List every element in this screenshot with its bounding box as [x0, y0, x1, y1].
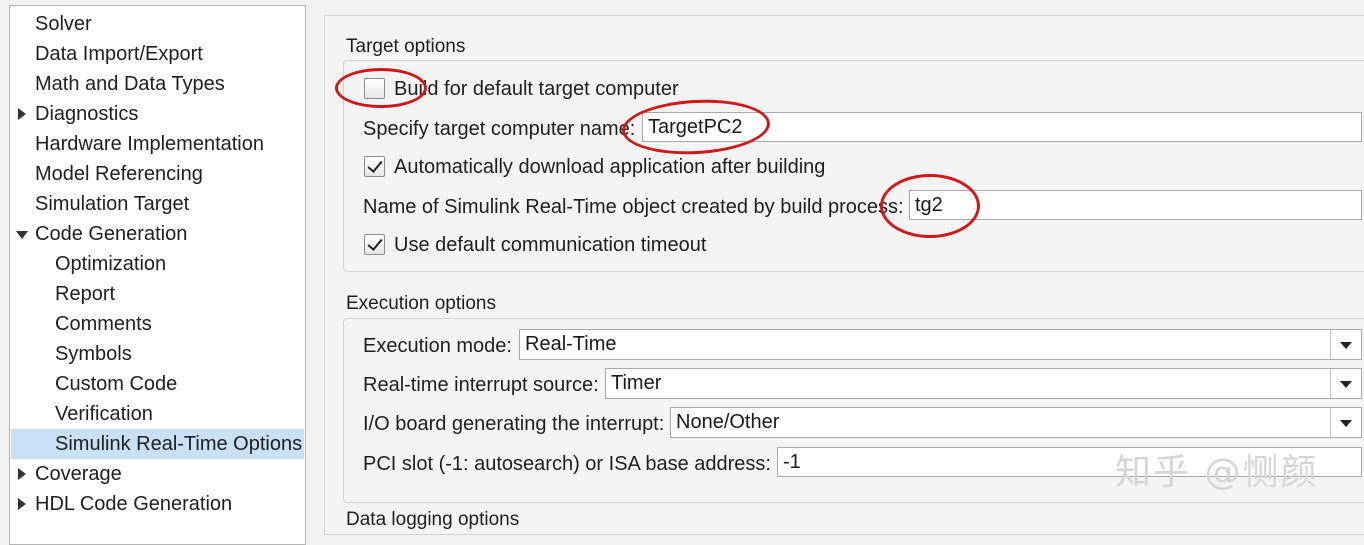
tree-item-model-referencing[interactable]: Model Referencing: [35, 159, 203, 189]
tree-item-symbols[interactable]: Symbols: [55, 339, 132, 369]
tree-item-label: Symbols: [55, 343, 132, 365]
execution-mode-select[interactable]: Real-Time: [519, 329, 1362, 360]
tree-item-optimization[interactable]: Optimization: [55, 249, 166, 279]
tree-item-hdl-code-generation[interactable]: HDL Code Generation: [35, 489, 232, 519]
tree-item-comments[interactable]: Comments: [55, 309, 152, 339]
execution-mode-label: Execution mode:: [363, 335, 512, 357]
tree-item-label: HDL Code Generation: [35, 493, 233, 515]
execution-mode-value: Real-Time: [525, 333, 617, 355]
tree-item-label: Optimization: [55, 253, 167, 275]
tree-item-label: Verification: [55, 403, 153, 425]
tree-item-hardware-implementation[interactable]: Hardware Implementation: [35, 129, 264, 159]
expand-arrow-icon[interactable]: [16, 459, 28, 489]
config-tree: Solver Data Import/Export Math and Data …: [9, 5, 306, 545]
tree-item-label: Simulink Real-Time Options: [55, 433, 303, 455]
interrupt-source-select[interactable]: Timer: [605, 368, 1362, 399]
expand-arrow-icon[interactable]: [16, 489, 28, 519]
dropdown-arrow-icon[interactable]: [1330, 369, 1361, 398]
tree-item-label: Math and Data Types: [35, 73, 225, 95]
tree-item-label: Diagnostics: [35, 103, 139, 125]
tree-item-simulink-real-time-options[interactable]: Simulink Real-Time Options: [11, 429, 304, 459]
tree-item-label: Report: [55, 283, 116, 305]
default-timeout-checkbox[interactable]: [364, 234, 385, 255]
tree-item-verification[interactable]: Verification: [55, 399, 153, 429]
execution-options-title: Execution options: [346, 293, 496, 314]
interrupt-source-value: Timer: [611, 372, 662, 394]
auto-download-checkbox[interactable]: [364, 156, 385, 177]
io-board-select[interactable]: None/Other: [670, 407, 1362, 438]
tree-item-report[interactable]: Report: [55, 279, 115, 309]
tree-item-label: Custom Code: [55, 373, 178, 395]
tree-item-simulation-target[interactable]: Simulation Target: [35, 189, 189, 219]
annotation-circle: [335, 68, 427, 108]
default-timeout-label: Use default communication timeout: [394, 234, 707, 256]
annotation-circle: [880, 174, 980, 238]
object-name-label: Name of Simulink Real-Time object create…: [363, 196, 904, 218]
auto-download-label: Automatically download application after…: [394, 156, 826, 178]
tree-item-diagnostics[interactable]: Diagnostics: [35, 99, 138, 129]
tree-item-coverage[interactable]: Coverage: [35, 459, 122, 489]
io-board-value: None/Other: [676, 411, 780, 433]
dropdown-arrow-icon[interactable]: [1330, 408, 1361, 437]
watermark: 知乎 @恻颜: [1115, 452, 1319, 493]
tree-item-label: Coverage: [35, 463, 122, 485]
tree-item-label: Data Import/Export: [35, 43, 203, 65]
tree-item-label: Model Referencing: [35, 163, 203, 185]
tree-item-label: Comments: [55, 313, 152, 335]
tree-item-label: Hardware Implementation: [35, 133, 264, 155]
data-logging-options-title: Data logging options: [346, 509, 520, 530]
dropdown-arrow-icon[interactable]: [1330, 330, 1361, 359]
tree-item-label: Simulation Target: [35, 193, 190, 215]
tree-item-custom-code[interactable]: Custom Code: [55, 369, 177, 399]
target-name-label: Specify target computer name:: [363, 118, 636, 140]
interrupt-source-label: Real-time interrupt source:: [363, 374, 599, 396]
build-default-label: Build for default target computer: [394, 78, 679, 100]
tree-item-math-data-types[interactable]: Math and Data Types: [35, 69, 225, 99]
tree-item-label: Solver: [35, 13, 92, 35]
target-options-title: Target options: [346, 36, 466, 57]
collapse-arrow-icon[interactable]: [16, 219, 28, 249]
pci-slot-label: PCI slot (-1: autosearch) or ISA base ad…: [363, 453, 771, 475]
expand-arrow-icon[interactable]: [16, 99, 28, 129]
io-board-label: I/O board generating the interrupt:: [363, 413, 665, 435]
tree-item-label: Code Generation: [35, 223, 188, 245]
tree-item-data-import-export[interactable]: Data Import/Export: [35, 39, 203, 69]
tree-item-solver[interactable]: Solver: [35, 9, 92, 39]
tree-item-code-generation[interactable]: Code Generation: [35, 219, 187, 249]
